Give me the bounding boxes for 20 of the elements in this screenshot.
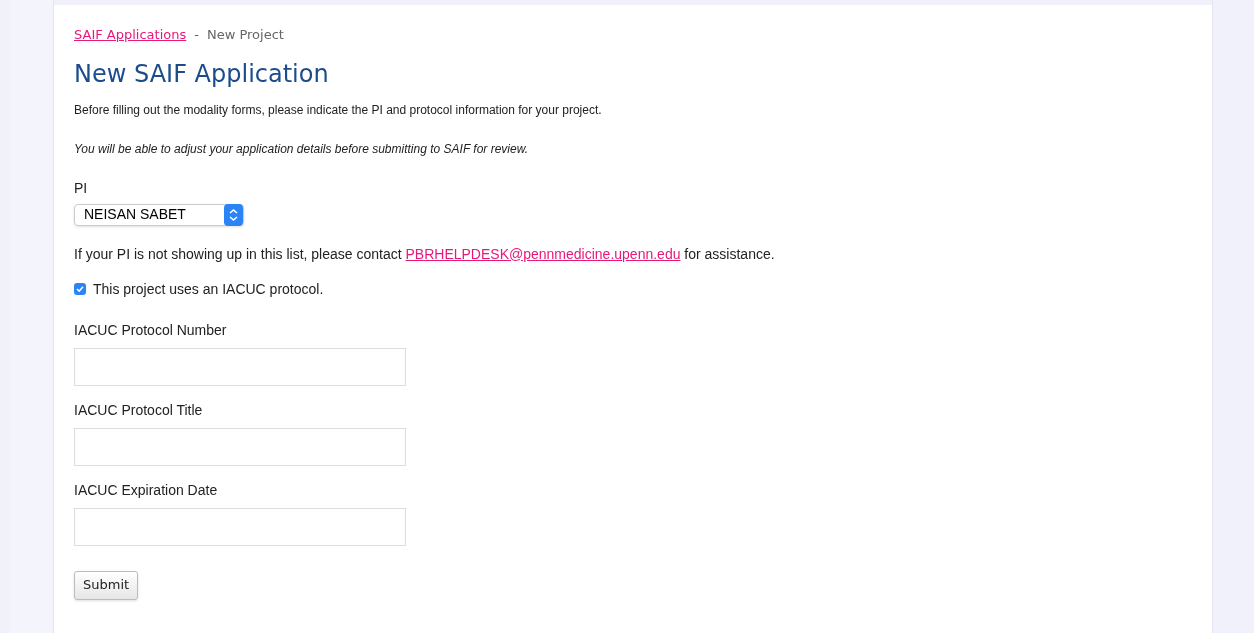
checkbox-label: This project uses an IACUC protocol. [93,279,324,299]
field-label: IACUC Protocol Number [74,320,227,340]
submit-button[interactable]: Submit [74,570,139,600]
pi-select[interactable]: NEISAN SABET [74,203,244,226]
field-label: IACUC Protocol Title [74,400,203,420]
breadcrumb-separator: - [194,26,199,44]
pi-label: PI [74,178,88,198]
note-text: You will be able to adjust your application details before submitting to SAIF for review. [74,140,530,158]
input-field[interactable] [74,347,406,386]
breadcrumb-current: New Project [206,26,284,44]
help-text: If your PI is not showing up in this list, please contact PBRHELPDESK@pennmedicine.upenn.edu for assistance. [74,244,776,264]
email-link[interactable]: PBRHELPDESK@pennmedicine.upenn.edu [405,245,681,262]
dropdown-icon [224,203,243,226]
breadcrumb-link[interactable]: SAIF Applications [74,25,187,45]
intro-text: Before filling out the modality forms, please indicate the PI and protocol information for your project. [74,101,603,119]
iacuc-checkbox[interactable] [74,283,86,295]
input-field[interactable] [74,507,406,546]
field-label: IACUC Expiration Date [74,480,218,500]
input-field[interactable] [74,427,406,466]
page-title: New SAIF Application [74,58,330,89]
